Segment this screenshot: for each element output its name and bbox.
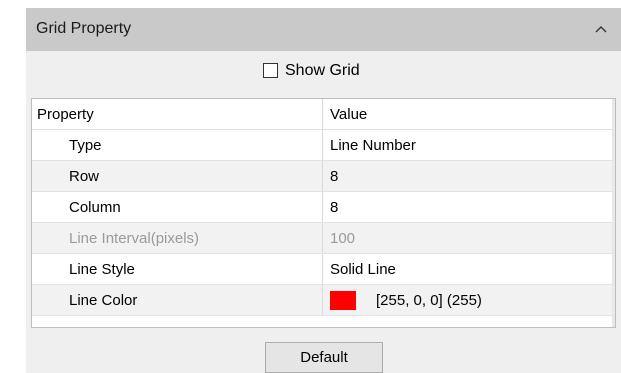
- grid-row-line-interval: Line Interval(pixels) 100: [32, 223, 615, 254]
- show-grid-row: Show Grid: [26, 51, 621, 91]
- property-label: Type: [69, 137, 102, 154]
- grid-row-line-color[interactable]: Line Color [255, 0, 0] (255): [32, 285, 615, 316]
- grid-row-column[interactable]: Column 8: [32, 192, 615, 223]
- column-divider: [322, 161, 323, 191]
- panel-header[interactable]: Grid Property: [26, 8, 621, 51]
- property-column-header: Property: [37, 106, 94, 123]
- property-label: Column: [69, 199, 121, 216]
- property-label: Line Style: [69, 261, 135, 278]
- property-label: Line Color: [69, 292, 138, 309]
- property-value[interactable]: Solid Line: [330, 261, 396, 278]
- column-divider: [322, 223, 323, 253]
- chevron-up-icon[interactable]: [593, 22, 609, 36]
- grid-scroll-edge: [612, 99, 615, 327]
- column-divider: [322, 192, 323, 222]
- column-divider: [322, 130, 323, 160]
- column-divider: [322, 254, 323, 284]
- property-value[interactable]: 8: [330, 168, 338, 185]
- property-label: Row: [69, 168, 100, 185]
- property-value[interactable]: 8: [330, 199, 338, 216]
- default-button[interactable]: Default: [265, 342, 383, 373]
- grid-property-panel: Grid Property Show Grid Property Value T…: [26, 8, 621, 373]
- property-value[interactable]: Line Number: [330, 137, 416, 154]
- property-value[interactable]: [255, 0, 0] (255): [376, 292, 482, 309]
- color-swatch[interactable]: [330, 291, 356, 310]
- property-label: Line Interval(pixels): [69, 230, 200, 247]
- grid-row-type[interactable]: Type Line Number: [32, 130, 615, 161]
- value-column-header: Value: [330, 106, 368, 123]
- grid-header-row: Property Value: [32, 99, 615, 130]
- column-divider[interactable]: [322, 99, 323, 129]
- grid-row-line-style[interactable]: Line Style Solid Line: [32, 254, 615, 285]
- property-value: 100: [330, 230, 356, 247]
- column-divider: [322, 285, 323, 315]
- property-grid: Property Value Type Line Number Row 8 Co…: [31, 98, 616, 328]
- panel-title: Grid Property: [36, 20, 132, 37]
- show-grid-checkbox[interactable]: [263, 63, 278, 78]
- show-grid-label[interactable]: Show Grid: [285, 62, 360, 80]
- grid-row-row[interactable]: Row 8: [32, 161, 615, 192]
